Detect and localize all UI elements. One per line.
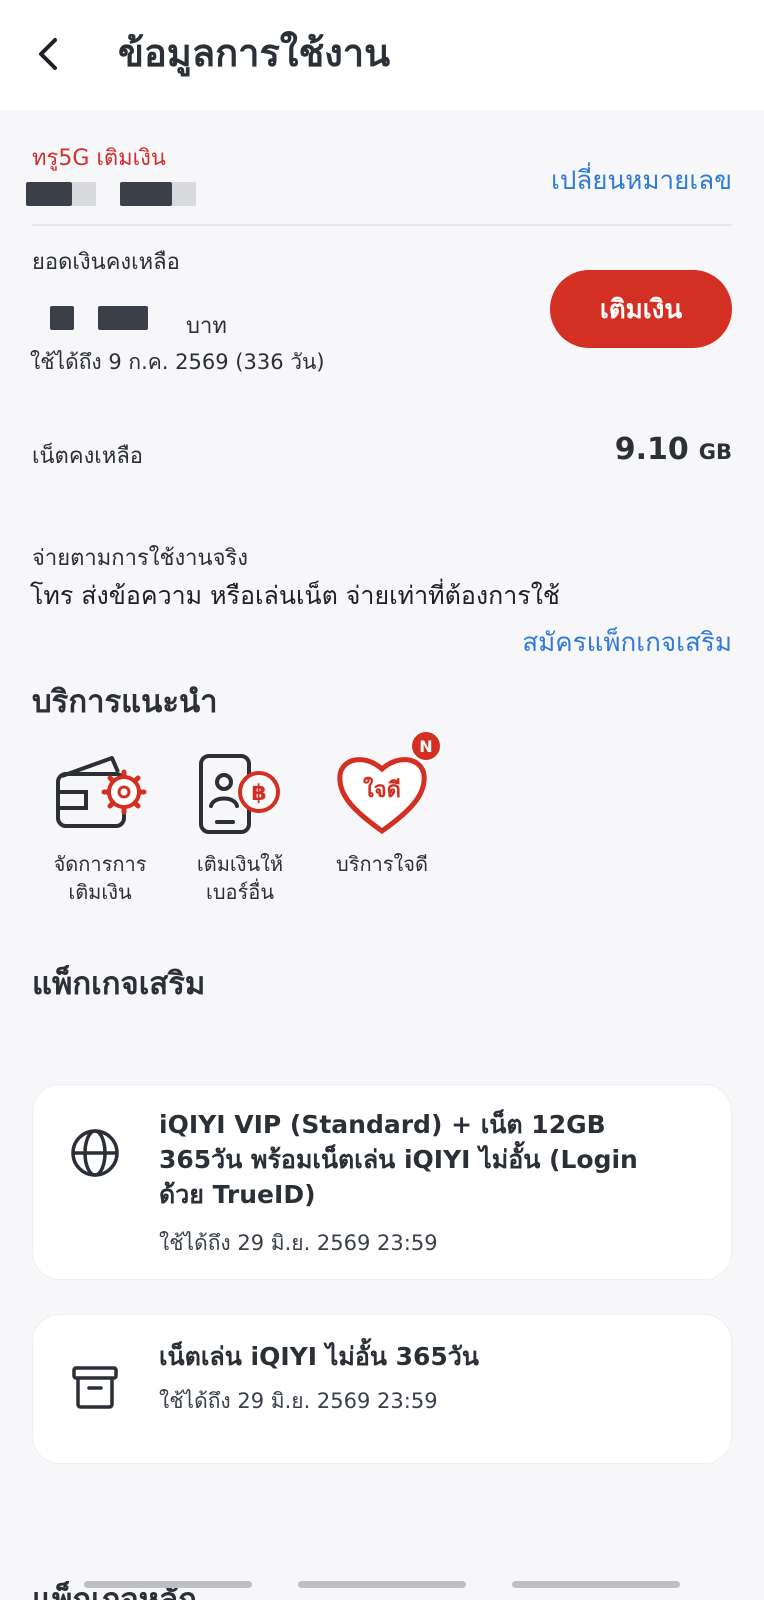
heart-jaidee-icon: ใจดี [337, 757, 427, 835]
topup-button[interactable]: เติมเงิน [550, 270, 732, 348]
recommended-title: บริการแนะนำ [32, 684, 218, 720]
wallet-gear-icon [56, 756, 147, 828]
addon-package-card[interactable]: เน็ตเล่น iQIYI ไม่อั้น 365วัน ใช้ได้ถึง … [32, 1314, 732, 1464]
net-unit: GB [698, 440, 732, 464]
balance-label: ยอดเงินคงเหลือ [32, 250, 180, 275]
divider [32, 224, 732, 226]
package-name: iQIYI VIP (Standard) + เน็ต 12GB 365วัน … [159, 1110, 638, 1209]
svg-text:฿: ฿ [251, 781, 266, 806]
balance-validity: ใช้ได้ถึง 9 ก.ค. 2569 (336 วัน) [30, 350, 325, 374]
balance-unit: บาท [186, 314, 227, 339]
payg-description: โทร ส่งข้อความ หรือเล่นเน็ต จ่ายเท่าที่ต… [30, 581, 560, 610]
net-amount: 9.10 [614, 432, 689, 467]
plan-name: ทรู5G เติมเงิน [32, 146, 166, 171]
app-header: ข้อมูลการใช้งาน [0, 0, 764, 110]
indicator-bar [298, 1581, 466, 1588]
net-remaining-label: เน็ตคงเหลือ [32, 444, 144, 469]
service-jaidee[interactable]: ใจดี N บริการใจดี [312, 730, 452, 878]
service-label: จัดการการ เติมเงิน [53, 852, 147, 904]
package-validity: ใช้ได้ถึง 29 มิ.ย. 2569 23:59 [159, 1389, 438, 1413]
page-title: ข้อมูลการใช้งาน [118, 31, 391, 75]
package-name: เน็ตเล่น iQIYI ไม่อั้น 365วัน [159, 1342, 479, 1371]
archive-box-icon [72, 1366, 118, 1409]
indicator-bar [84, 1581, 252, 1588]
service-manage-topup[interactable]: จัดการการ เติมเงิน [30, 744, 170, 906]
payg-title: จ่ายตามการใช้งานจริง [32, 546, 249, 571]
service-label: เติมเงินให้ เบอร์อื่น [196, 852, 284, 904]
indicator-bar [512, 1581, 680, 1588]
net-remaining-value: 9.10 GB [615, 432, 732, 467]
globe-icon [71, 1129, 119, 1177]
new-badge: N [410, 730, 442, 762]
package-validity: ใช้ได้ถึง 29 มิ.ย. 2569 23:59 [159, 1231, 438, 1255]
subscribe-addon-link[interactable]: สมัครแพ็กเกจเสริม [522, 622, 732, 663]
service-label: บริการใจดี [336, 852, 428, 876]
svg-text:ใจดี: ใจดี [363, 776, 401, 803]
page-indicator [0, 1581, 764, 1589]
chevron-left-icon [39, 38, 57, 70]
back-button[interactable] [28, 30, 68, 78]
change-number-link[interactable]: เปลี่ยนหมายเลข [551, 160, 732, 201]
service-topup-other[interactable]: ฿ เติมเงินให้ เบอร์อื่น [170, 744, 310, 906]
addon-package-card[interactable]: iQIYI VIP (Standard) + เน็ต 12GB 365วัน … [32, 1084, 732, 1280]
phone-baht-icon: ฿ [199, 754, 280, 834]
addon-section-title: แพ็กเกจเสริม [32, 966, 206, 1002]
